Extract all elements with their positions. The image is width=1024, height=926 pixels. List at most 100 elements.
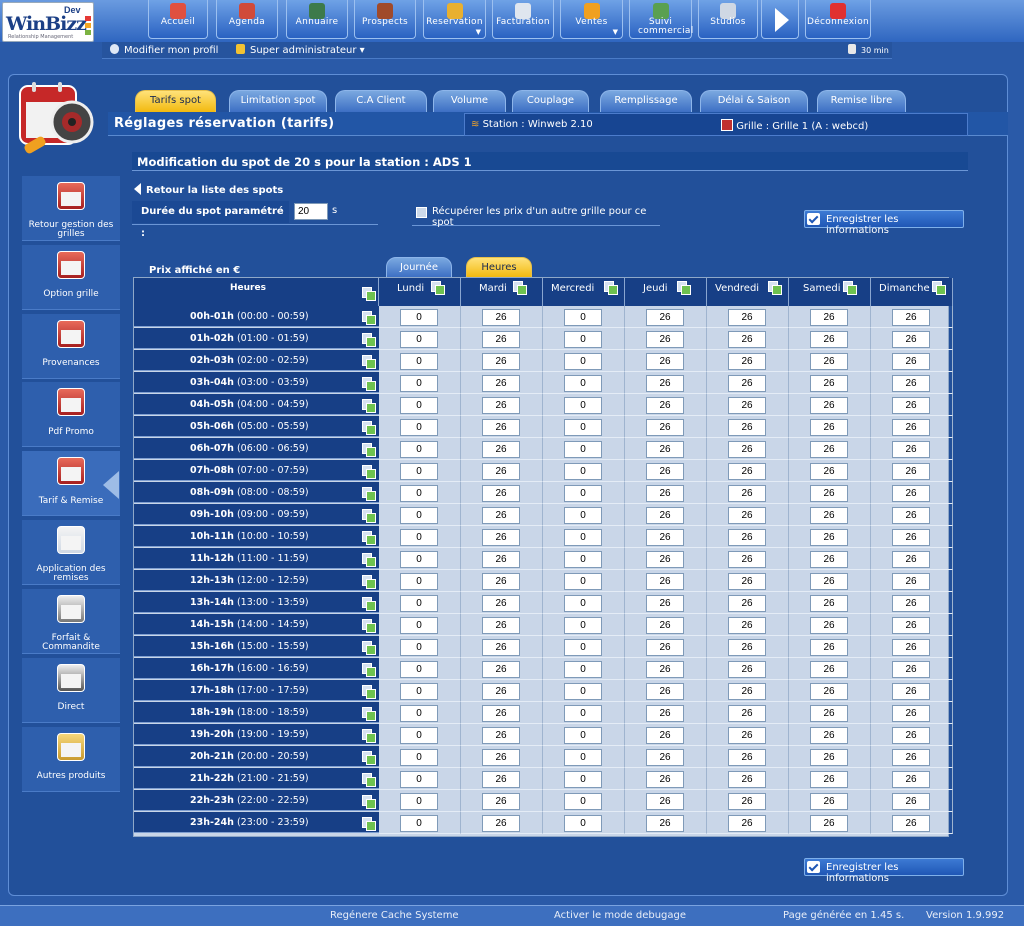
price-input[interactable] [482,617,520,634]
copy-column-icon[interactable] [430,280,445,295]
price-input[interactable] [564,595,602,612]
price-input[interactable] [728,507,766,524]
price-input[interactable] [892,397,930,414]
price-input[interactable] [482,771,520,788]
price-input[interactable] [646,771,684,788]
price-input[interactable] [646,375,684,392]
copy-row-icon[interactable] [361,618,376,633]
copy-column-icon[interactable] [842,280,858,295]
price-input[interactable] [646,331,684,348]
nav-reservation[interactable]: Reservation ▼ [423,0,486,39]
price-input[interactable] [646,441,684,458]
price-input[interactable] [646,529,684,546]
price-input[interactable] [564,485,602,502]
price-input[interactable] [810,463,848,480]
price-input[interactable] [400,309,438,326]
copy-column-icon[interactable] [676,280,691,295]
price-input[interactable] [728,771,766,788]
price-input[interactable] [728,815,766,832]
price-input[interactable] [892,331,930,348]
copy-row-icon[interactable] [361,794,376,809]
price-input[interactable] [810,705,848,722]
price-input[interactable] [892,727,930,744]
price-input[interactable] [892,485,930,502]
price-input[interactable] [810,683,848,700]
price-input[interactable] [892,705,930,722]
copy-row-icon[interactable] [361,706,376,721]
price-input[interactable] [564,749,602,766]
copy-row-icon[interactable] [361,750,376,765]
price-input[interactable] [482,639,520,656]
price-input[interactable] [646,397,684,414]
price-input[interactable] [810,551,848,568]
nav-suivi-commercial[interactable]: Suivi commercial [629,0,693,39]
price-input[interactable] [728,397,766,414]
copy-row-icon[interactable] [361,728,376,743]
winbizz-logo[interactable]: WinBizz Dev Relationship Management [2,2,94,42]
price-input[interactable] [482,463,520,480]
price-input[interactable] [810,507,848,524]
price-input[interactable] [728,353,766,370]
price-input[interactable] [400,639,438,656]
price-input[interactable] [810,815,848,832]
price-input[interactable] [810,419,848,436]
copy-column-icon[interactable] [767,280,782,295]
price-input[interactable] [728,485,766,502]
price-input[interactable] [810,749,848,766]
nav-deconnexion[interactable]: Déconnexion [805,0,871,39]
price-input[interactable] [400,617,438,634]
price-input[interactable] [400,661,438,678]
price-input[interactable] [810,331,848,348]
price-input[interactable] [646,727,684,744]
nav-studios[interactable]: Studios [698,0,758,39]
price-input[interactable] [728,727,766,744]
price-input[interactable] [400,507,438,524]
price-input[interactable] [810,595,848,612]
price-input[interactable] [482,353,520,370]
price-input[interactable] [400,595,438,612]
price-input[interactable] [728,529,766,546]
price-input[interactable] [892,639,930,656]
copy-row-icon[interactable] [361,662,376,677]
price-input[interactable] [646,815,684,832]
price-input[interactable] [482,815,520,832]
price-input[interactable] [728,419,766,436]
price-input[interactable] [892,529,930,546]
price-input[interactable] [400,463,438,480]
price-input[interactable] [400,705,438,722]
price-input[interactable] [564,375,602,392]
price-input[interactable] [400,749,438,766]
price-input[interactable] [482,331,520,348]
price-input[interactable] [728,749,766,766]
nav-agenda[interactable]: Agenda [216,0,278,39]
tab-limitation-spot[interactable]: Limitation spot [229,90,327,112]
price-input[interactable] [400,793,438,810]
copy-row-icon[interactable] [361,442,376,457]
price-input[interactable] [564,463,602,480]
price-input[interactable] [728,309,766,326]
price-input[interactable] [646,683,684,700]
price-input[interactable] [400,353,438,370]
price-input[interactable] [564,507,602,524]
price-input[interactable] [400,771,438,788]
price-input[interactable] [400,419,438,436]
price-input[interactable] [400,397,438,414]
price-input[interactable] [810,639,848,656]
price-input[interactable] [400,529,438,546]
tab-heures[interactable]: Heures [466,257,532,278]
copy-row-icon[interactable] [361,640,376,655]
debug-mode-link[interactable]: Activer le mode debugage [554,910,686,921]
price-input[interactable] [564,617,602,634]
copy-row-icon[interactable] [361,596,376,611]
price-input[interactable] [892,463,930,480]
price-input[interactable] [646,485,684,502]
price-input[interactable] [892,771,930,788]
price-input[interactable] [892,353,930,370]
price-input[interactable] [564,353,602,370]
price-input[interactable] [810,793,848,810]
price-input[interactable] [728,441,766,458]
price-input[interactable] [400,485,438,502]
copy-row-icon[interactable] [361,508,376,523]
sidebar-item-provenances[interactable]: Provenances [22,314,120,379]
copy-column-icon[interactable] [931,280,946,295]
